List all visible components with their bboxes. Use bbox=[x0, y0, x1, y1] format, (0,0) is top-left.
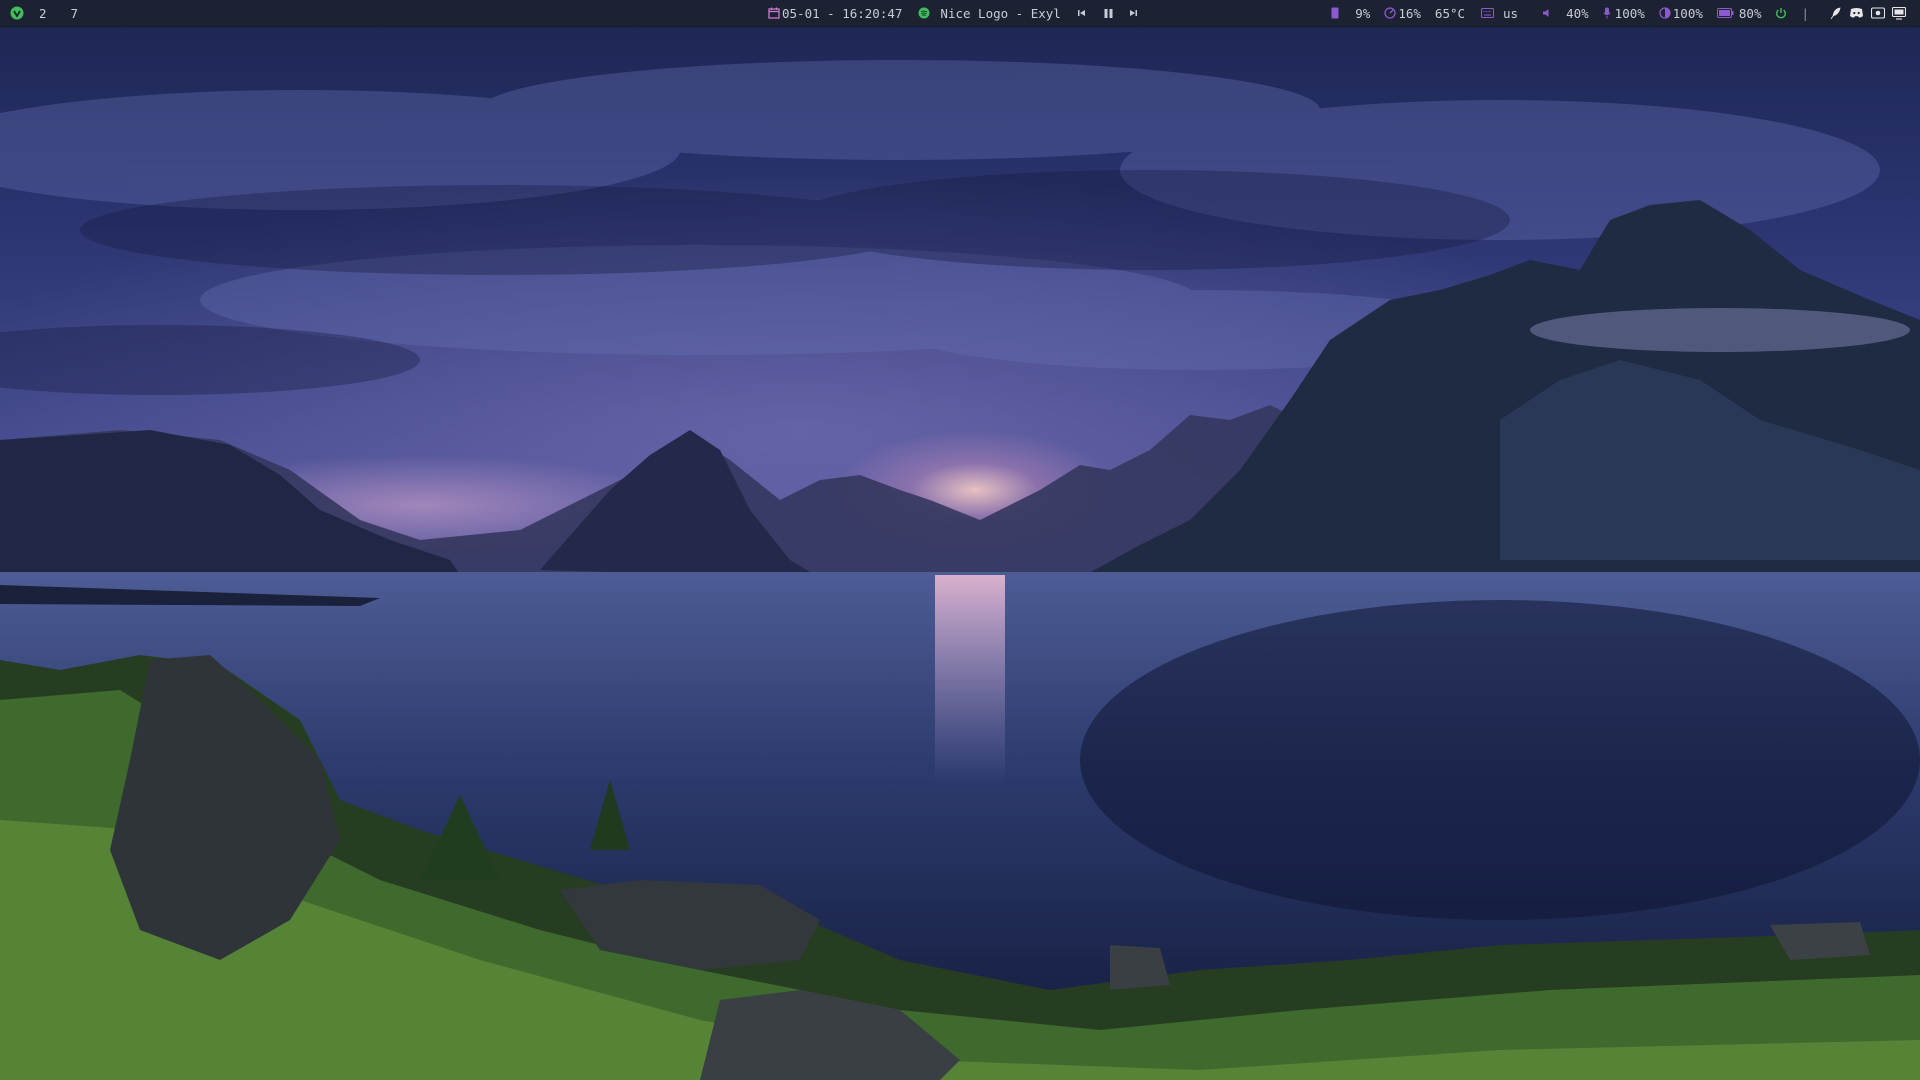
spotify-icon bbox=[918, 7, 930, 19]
debian-logo-icon[interactable] bbox=[10, 6, 24, 20]
power-icon[interactable] bbox=[1775, 7, 1787, 19]
brightness-icon bbox=[1659, 7, 1671, 19]
keyboard-layout-module[interactable]: us bbox=[1481, 6, 1518, 21]
tray-feather-icon[interactable] bbox=[1829, 7, 1842, 20]
cpu-usage: 16% bbox=[1398, 5, 1421, 21]
system-status-section: 9% 16% 65°C us 40% 100% 100% 80% | bbox=[1331, 0, 1906, 27]
system-tray bbox=[1822, 6, 1906, 20]
volume-icon bbox=[1542, 8, 1552, 18]
tray-steam-icon[interactable] bbox=[1871, 7, 1885, 19]
keyboard-icon bbox=[1481, 8, 1495, 18]
battery-level: 80% bbox=[1738, 5, 1762, 21]
next-track-icon[interactable] bbox=[1128, 8, 1138, 18]
tray-divider: | bbox=[1801, 5, 1809, 21]
brightness-module[interactable]: 100% bbox=[1659, 6, 1703, 21]
center-section: 05-01 - 16:20:47 Nice Logo - Exyl bbox=[768, 0, 1138, 27]
battery-icon bbox=[1716, 8, 1734, 18]
cpu-module[interactable]: 16% bbox=[1384, 6, 1421, 21]
workspace-button[interactable]: 7 bbox=[71, 6, 79, 21]
memory-usage: 9% bbox=[1355, 5, 1371, 21]
volume-module[interactable]: 40% bbox=[1542, 6, 1589, 21]
temperature-module[interactable]: 65°C bbox=[1435, 6, 1465, 21]
desktop-wallpaper bbox=[0, 0, 1920, 1080]
clock-text: 05-01 - 16:20:47 bbox=[782, 5, 903, 21]
status-bar: 2 7 05-01 - 16:20:47 Nice Logo - Exyl 9%… bbox=[0, 0, 1920, 27]
media-track-title: Nice Logo - Exyl bbox=[940, 5, 1061, 21]
microphone-module[interactable]: 100% bbox=[1603, 6, 1645, 21]
microphone-level: 100% bbox=[1614, 5, 1645, 21]
keyboard-layout: us bbox=[1503, 5, 1519, 21]
pause-icon[interactable] bbox=[1103, 8, 1114, 19]
volume-level: 40% bbox=[1566, 5, 1589, 21]
memory-module[interactable]: 9% bbox=[1331, 6, 1370, 21]
cpu-gauge-icon bbox=[1384, 7, 1396, 19]
landscape-scene bbox=[0, 60, 1920, 1080]
discord-icon[interactable] bbox=[1849, 7, 1864, 19]
calendar-icon bbox=[768, 7, 780, 19]
microphone-icon bbox=[1603, 7, 1611, 19]
clock[interactable]: 05-01 - 16:20:47 bbox=[768, 6, 902, 21]
media-player[interactable]: Nice Logo - Exyl bbox=[918, 5, 1061, 21]
workspace-button[interactable]: 2 bbox=[39, 6, 47, 21]
tray-monitor-icon[interactable] bbox=[1892, 6, 1906, 20]
temperature-value: 65°C bbox=[1434, 5, 1466, 21]
workspace-section: 2 7 bbox=[10, 0, 78, 27]
battery-module[interactable]: 80% bbox=[1716, 5, 1762, 21]
memory-icon bbox=[1331, 7, 1339, 19]
brightness-level: 100% bbox=[1672, 5, 1703, 21]
previous-track-icon[interactable] bbox=[1077, 8, 1087, 18]
